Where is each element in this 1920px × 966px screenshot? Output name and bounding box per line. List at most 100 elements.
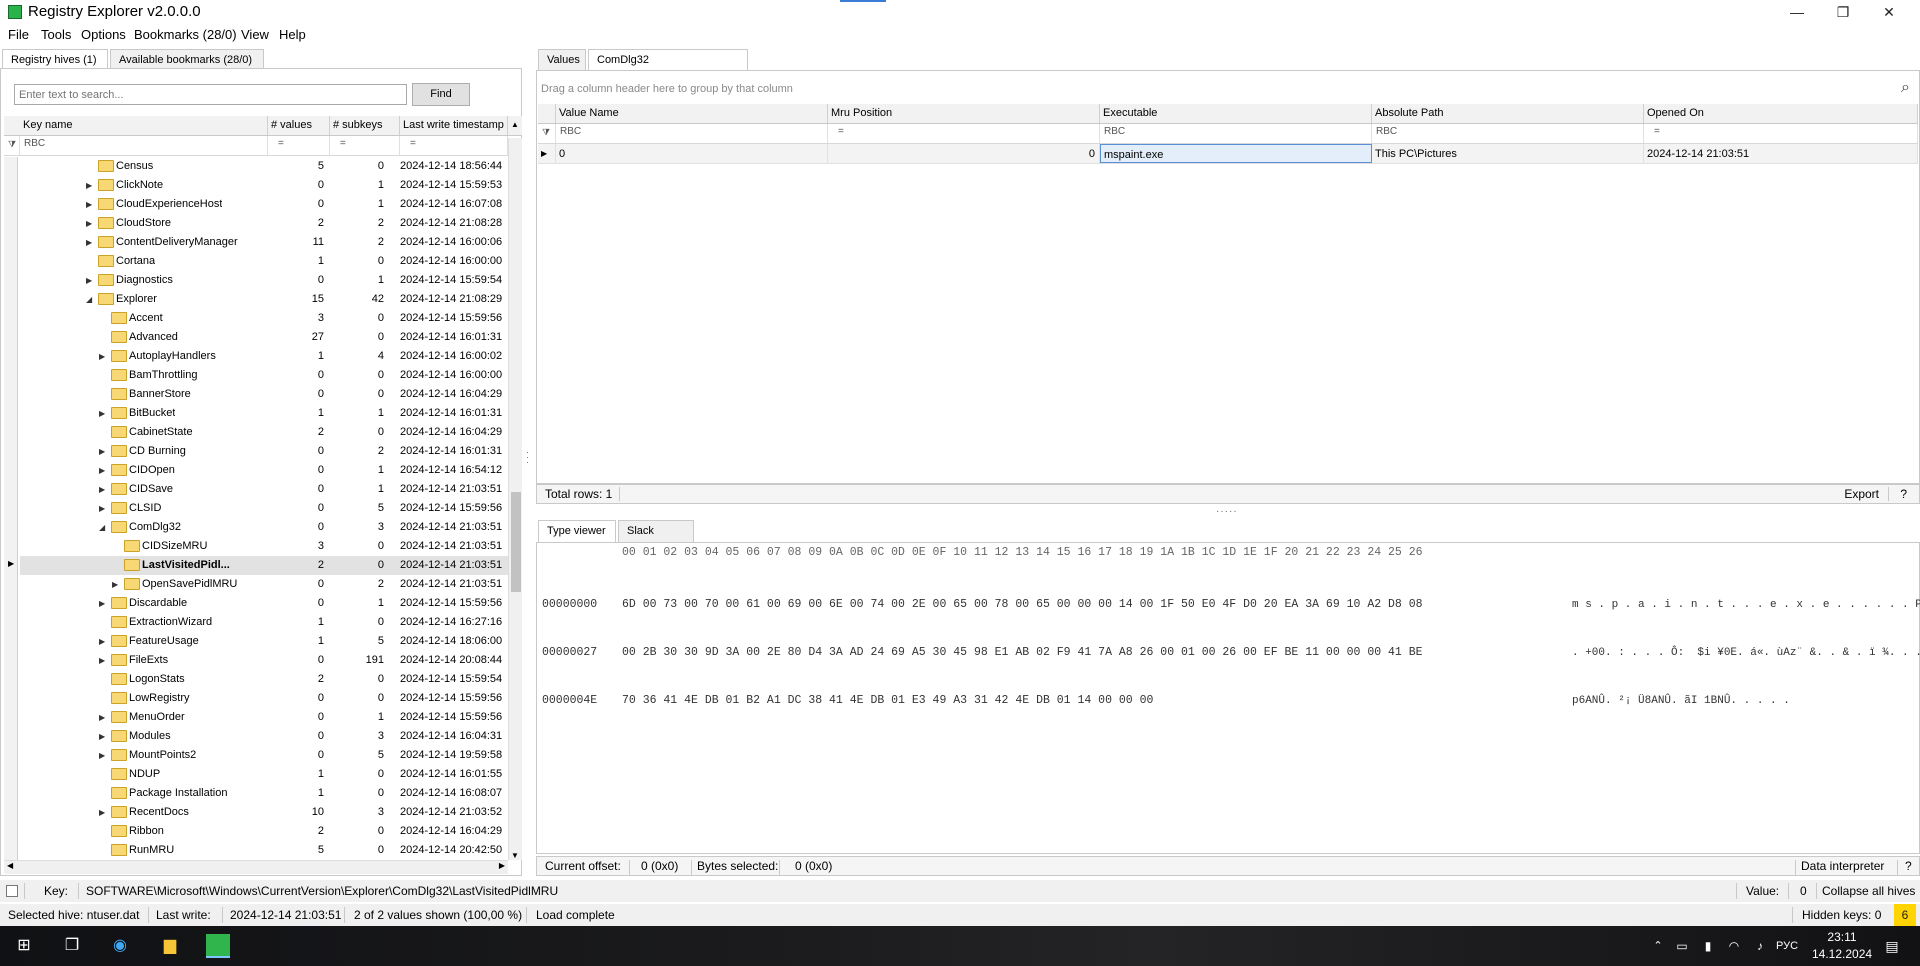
language-indicator[interactable]: РУС (1772, 934, 1802, 958)
ascii-line[interactable]: p6ANÛ. ²¡ Ü8ANÛ. ãI 1BNÛ. . . . . (1572, 693, 1920, 709)
expander-icon[interactable]: ▶ (99, 632, 109, 651)
table-row[interactable]: ▶ 0 0 mspaint.exe This PC\Pictures 2024-… (538, 144, 1918, 164)
expander-icon[interactable]: ▶ (86, 176, 96, 195)
tray-overflow-icon[interactable]: ⌃ (1646, 934, 1670, 958)
hex-ascii[interactable]: m s . p . a . i . n . t . . . e . x . e … (1572, 565, 1920, 725)
hex-line[interactable]: 6D 00 73 00 70 00 61 00 69 00 6E 00 74 0… (622, 597, 1423, 613)
tree-row[interactable]: ▶ CD Burning 0 2 2024-12-14 16:01:31 (20, 442, 508, 461)
tree-row[interactable]: NDUP 1 0 2024-12-14 16:01:55 (20, 765, 508, 784)
cell-absolute-path[interactable]: This PC\Pictures (1372, 144, 1644, 163)
collapse-all-hives-button[interactable]: Collapse all hives (1822, 880, 1915, 902)
menu-view[interactable]: View (241, 27, 269, 42)
tree-row[interactable]: ▶ ContentDeliveryManager 11 2 2024-12-14 16:… (20, 233, 508, 252)
horizontal-splitter[interactable]: ····· (1216, 506, 1238, 517)
col-value-name[interactable]: Value Name (556, 104, 828, 123)
tree-row[interactable]: ▶ CLSID 0 5 2024-12-14 15:59:56 (20, 499, 508, 518)
expander-icon[interactable]: ▶ (86, 195, 96, 214)
col-opened-on[interactable]: Opened On (1644, 104, 1918, 123)
filter-key-name[interactable]: RBC (20, 136, 268, 155)
tab-slack-viewer[interactable]: Slack viewer (618, 520, 694, 557)
taskbar-clock[interactable]: 23:11 14.12.2024 (1812, 929, 1872, 963)
filter-executable[interactable]: RBC (1100, 124, 1372, 143)
tree-row[interactable]: ExtractionWizard 1 0 2024-12-14 16:27:16 (20, 613, 508, 632)
expander-icon[interactable]: ▶ (86, 271, 96, 290)
tree-row[interactable]: ▶ AutoplayHandlers 1 4 2024-12-14 16:00:02 (20, 347, 508, 366)
tree-row[interactable]: LogonStats 2 0 2024-12-14 15:59:54 (20, 670, 508, 689)
find-button[interactable]: Find (412, 83, 470, 106)
cell-opened-on[interactable]: 2024-12-14 21:03:51 (1644, 144, 1918, 163)
scroll-left-icon[interactable]: ◀ (7, 861, 13, 870)
cell-value-name[interactable]: 0 (556, 144, 828, 163)
expander-icon[interactable]: ▶ (99, 594, 109, 613)
tree-row[interactable]: Package Installation 1 0 2024-12-14 16:08:0… (20, 784, 508, 803)
tree-row[interactable]: Accent 3 0 2024-12-14 15:59:56 (20, 309, 508, 328)
grid-help-button[interactable]: ? (1900, 485, 1907, 503)
tree-row[interactable]: ▶ FileExts 0 191 2024-12-14 20:08:44 (20, 651, 508, 670)
expander-icon[interactable]: ▶ (99, 727, 109, 746)
tree-row[interactable]: ▶ CloudStore 2 2 2024-12-14 21:08:28 (20, 214, 508, 233)
edge-browser-icon[interactable]: ◉ (108, 934, 132, 958)
vertical-splitter[interactable]: · · · (526, 448, 532, 470)
expander-icon[interactable]: ▶ (99, 803, 109, 822)
filter-opened-on[interactable]: = (1644, 124, 1918, 143)
hex-line[interactable]: 00 2B 30 30 9D 3A 00 2E 80 D4 3A AD 24 6… (622, 645, 1423, 661)
tree-row[interactable]: Ribbon 2 0 2024-12-14 16:04:29 (20, 822, 508, 841)
tree-row[interactable]: BamThrottling 0 0 2024-12-14 16:00:00 (20, 366, 508, 385)
expander-icon[interactable]: ▶ (86, 233, 96, 252)
tree-row[interactable]: ◢ Explorer 15 42 2024-12-14 21:08:29 (20, 290, 508, 309)
expander-icon[interactable]: ▶ (99, 499, 109, 518)
tree-row[interactable]: ▶ MountPoints2 0 5 2024-12-14 19:59:58 (20, 746, 508, 765)
menu-bookmarks[interactable]: Bookmarks (28/0) (134, 27, 237, 42)
windows-start-icon[interactable]: ⊞ (12, 934, 36, 958)
tree-row[interactable]: ▶ CIDOpen 0 1 2024-12-14 16:54:12 (20, 461, 508, 480)
minimize-button[interactable]: — (1774, 0, 1820, 24)
filter-mru-position[interactable]: = (828, 124, 1100, 143)
filter-last-write[interactable]: = (400, 136, 508, 155)
network-icon[interactable]: ▭ (1670, 934, 1694, 958)
key-checkbox[interactable] (6, 885, 18, 897)
expander-icon[interactable]: ▶ (99, 746, 109, 765)
tab-lastvisitedpidlmru[interactable]: ComDlg32 LastVisitedPidlMRU (588, 49, 748, 86)
cell-executable[interactable]: mspaint.exe (1100, 144, 1372, 163)
tree-row[interactable]: ◢ ComDlg32 0 3 2024-12-14 21:03:51 (20, 518, 508, 537)
scrollbar-thumb[interactable] (511, 492, 521, 592)
expander-icon[interactable]: ▶ (99, 404, 109, 423)
menu-tools[interactable]: Tools (41, 27, 71, 42)
tree-vertical-scrollbar[interactable]: ▼ (508, 138, 522, 860)
tree-row[interactable]: ▶ ClickNote 0 1 2024-12-14 15:59:53 (20, 176, 508, 195)
menu-help[interactable]: Help (279, 27, 306, 42)
filter-absolute-path[interactable]: RBC (1372, 124, 1644, 143)
expander-icon[interactable]: ▶ (99, 708, 109, 727)
tree-row[interactable]: Advanced 27 0 2024-12-14 16:01:31 (20, 328, 508, 347)
menu-options[interactable]: Options (81, 27, 126, 42)
tree-row[interactable]: ▶ Discardable 0 1 2024-12-14 15:59:56 (20, 594, 508, 613)
tree-row[interactable]: BannerStore 0 0 2024-12-14 16:04:29 (20, 385, 508, 404)
close-button[interactable]: ✕ (1866, 0, 1912, 24)
hex-line[interactable]: 70 36 41 4E DB 01 B2 A1 DC 38 41 4E DB 0… (622, 693, 1423, 709)
menu-file[interactable]: File (8, 27, 29, 42)
tree-row[interactable]: ▶ RecentDocs 10 3 2024-12-14 21:03:52 (20, 803, 508, 822)
expander-icon[interactable]: ▶ (99, 651, 109, 670)
group-by-bar[interactable]: Drag a column header here to group by th… (538, 72, 1918, 106)
wifi-icon[interactable]: ◠ (1722, 934, 1746, 958)
tab-values[interactable]: Values (538, 49, 586, 71)
tree-row[interactable]: ▶ Diagnostics 0 1 2024-12-14 15:59:54 (20, 271, 508, 290)
registry-explorer-taskbar-icon[interactable] (206, 934, 230, 958)
col-last-write[interactable]: Last write timestamp (400, 116, 508, 135)
volume-icon[interactable]: ♪ (1748, 934, 1772, 958)
tree-row[interactable]: ▶ CIDSave 0 1 2024-12-14 21:03:51 (20, 480, 508, 499)
col-absolute-path[interactable]: Absolute Path (1372, 104, 1644, 123)
filter-subkeys[interactable]: = (330, 136, 400, 155)
tree-row[interactable]: Cortana 1 0 2024-12-14 16:00:00 (20, 252, 508, 271)
expander-icon[interactable]: ▶ (99, 442, 109, 461)
ascii-line[interactable]: . +00. : . . . Ô: $i ¥0E. á«. ùAz¨ &. . … (1572, 645, 1920, 661)
expander-icon[interactable]: ▶ (112, 575, 122, 594)
tree-row[interactable]: Census 5 0 2024-12-14 18:56:44 (20, 157, 508, 176)
tree-row[interactable]: ▶ CloudExperienceHost 0 1 2024-12-14 16:07:0… (20, 195, 508, 214)
restore-button[interactable]: ❐ (1820, 0, 1866, 24)
scroll-up-icon[interactable]: ▲ (508, 116, 522, 135)
export-button[interactable]: Export (1844, 485, 1879, 503)
expander-icon[interactable]: ▶ (86, 214, 96, 233)
tab-type-viewer[interactable]: Type viewer (538, 520, 616, 542)
col-key-name[interactable]: Key name (20, 116, 268, 135)
